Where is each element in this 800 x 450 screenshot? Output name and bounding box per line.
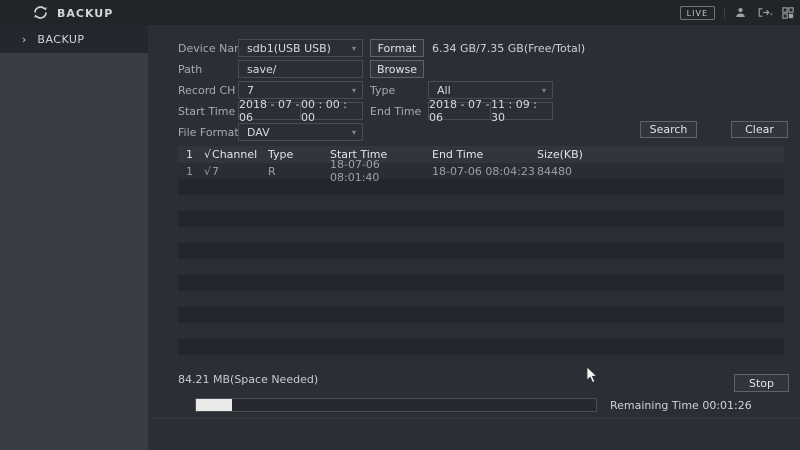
- start-date-value[interactable]: 2018 - 07 - 06: [239, 103, 301, 119]
- end-time-label: End Time: [370, 105, 421, 118]
- table-row-empty: [178, 211, 784, 227]
- sidebar-item-label: BACKUP: [37, 33, 84, 46]
- row-size: 84480: [537, 165, 784, 178]
- type-select[interactable]: All ▾: [428, 81, 553, 99]
- col-type: Type: [268, 148, 330, 161]
- chevron-down-icon: ▾: [352, 44, 356, 53]
- table-row-empty: [178, 291, 784, 307]
- file-format-label: File Format: [178, 126, 239, 139]
- path-input[interactable]: save/: [238, 60, 363, 78]
- backup-sync-icon: [32, 4, 49, 21]
- row-channel: 7: [212, 165, 219, 178]
- footer-divider: [148, 418, 800, 419]
- progress-fill: [196, 399, 232, 411]
- file-format-value: DAV: [247, 126, 270, 139]
- record-ch-select[interactable]: 7 ▾: [238, 81, 363, 99]
- stop-button[interactable]: Stop: [734, 374, 789, 392]
- record-ch-value: 7: [247, 84, 254, 97]
- row-start-time: 18-07-06 08:01:40: [330, 158, 432, 184]
- table-row[interactable]: 1 √ 7 R 18-07-06 08:01:40 18-07-06 08:04…: [178, 163, 784, 179]
- topbar-divider: [724, 7, 725, 19]
- table-row-empty: [178, 227, 784, 243]
- search-button[interactable]: Search: [640, 121, 697, 138]
- end-time-value[interactable]: 11 : 09 : 30: [491, 103, 552, 119]
- table-row-empty: [178, 307, 784, 323]
- table-row-empty: [178, 179, 784, 195]
- capacity-text: 6.34 GB/7.35 GB(Free/Total): [432, 42, 585, 55]
- device-name-value: sdb1(USB USB): [247, 42, 331, 55]
- type-label: Type: [370, 84, 395, 97]
- topbar-actions: LIVE: [680, 0, 794, 25]
- backup-panel: Device Name sdb1(USB USB) ▾ Format 6.34 …: [148, 25, 800, 450]
- row-index: 1: [178, 165, 204, 178]
- file-format-select[interactable]: DAV ▾: [238, 123, 363, 141]
- path-label: Path: [178, 63, 202, 76]
- table-count: 1: [178, 148, 204, 161]
- sidebar-item-backup[interactable]: › BACKUP: [0, 25, 148, 53]
- start-time-field[interactable]: 2018 - 07 - 06 00 : 00 : 00: [238, 102, 363, 120]
- table-header-row: 1 √ Channel Type Start Time End Time Siz…: [178, 146, 784, 163]
- start-time-value[interactable]: 00 : 00 : 00: [301, 103, 362, 119]
- sidebar: › BACKUP: [0, 25, 148, 450]
- page-title: BACKUP: [57, 7, 113, 20]
- chevron-down-icon: ▾: [542, 86, 546, 95]
- chevron-down-icon: ▾: [352, 86, 356, 95]
- record-ch-label: Record CH: [178, 84, 235, 97]
- table-row-empty: [178, 195, 784, 211]
- start-time-label: Start Time: [178, 105, 235, 118]
- browse-button[interactable]: Browse: [370, 60, 424, 78]
- chevron-down-icon: ▾: [352, 128, 356, 137]
- table-row-empty: [178, 243, 784, 259]
- row-end-time: 18-07-06 08:04:23: [432, 165, 537, 178]
- table-row-empty: [178, 259, 784, 275]
- table-row-empty: [178, 275, 784, 291]
- mouse-cursor: [586, 366, 598, 384]
- table-empty-rows: [178, 179, 784, 355]
- grid-icon[interactable]: [782, 5, 794, 21]
- clear-button[interactable]: Clear: [731, 121, 788, 138]
- row-type: R: [268, 165, 330, 178]
- col-channel: Channel: [212, 148, 257, 161]
- col-end-time: End Time: [432, 148, 537, 161]
- end-time-field[interactable]: 2018 - 07 - 06 11 : 09 : 30: [428, 102, 553, 120]
- space-needed-text: 84.21 MB(Space Needed): [178, 373, 318, 386]
- col-size: Size(KB): [537, 148, 784, 161]
- format-button[interactable]: Format: [370, 39, 424, 57]
- live-button[interactable]: LIVE: [680, 6, 715, 20]
- device-name-select[interactable]: sdb1(USB USB) ▾: [238, 39, 363, 57]
- table-row-empty: [178, 323, 784, 339]
- results-table: 1 √ Channel Type Start Time End Time Siz…: [178, 146, 784, 355]
- logout-icon[interactable]: [756, 5, 773, 21]
- chevron-right-icon: ›: [22, 33, 26, 46]
- type-value: All: [437, 84, 451, 97]
- app-window: BACKUP LIVE: [0, 0, 800, 450]
- user-icon[interactable]: [734, 5, 747, 21]
- checkbox-checked-icon[interactable]: √: [204, 148, 211, 161]
- table-row-empty: [178, 339, 784, 355]
- backup-progress-bar: [195, 398, 597, 412]
- remaining-time-text: Remaining Time 00:01:26: [610, 399, 752, 412]
- checkbox-checked-icon[interactable]: √: [204, 165, 211, 178]
- top-bar: BACKUP LIVE: [0, 0, 800, 25]
- end-date-value[interactable]: 2018 - 07 - 06: [429, 103, 491, 119]
